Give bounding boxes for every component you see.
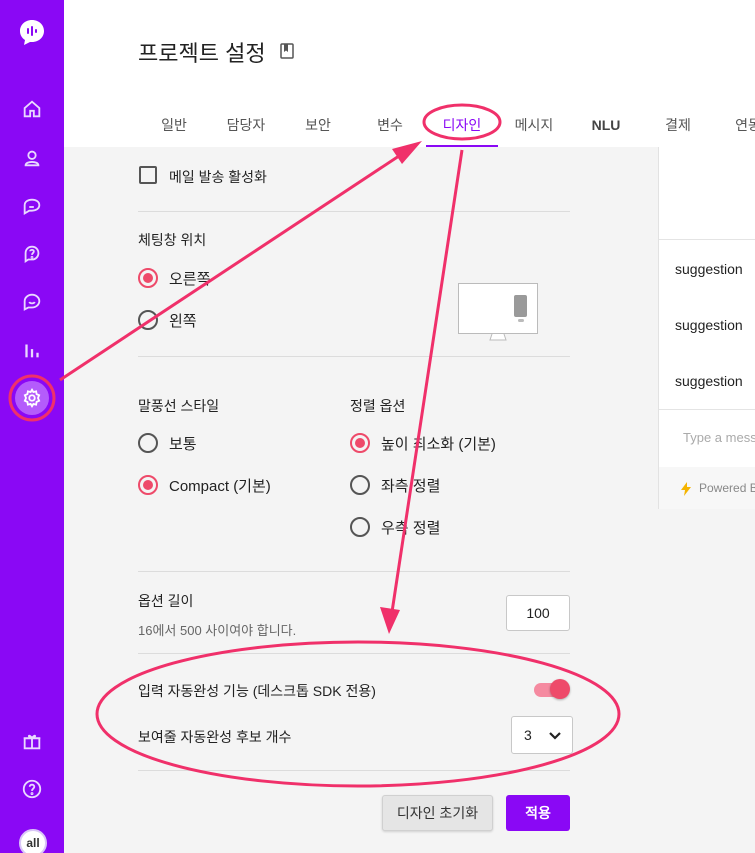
email-checkbox[interactable] <box>139 166 157 184</box>
tab-integrations[interactable]: 연동 <box>728 105 755 145</box>
align-label: 정렬 옵션 <box>350 398 406 414</box>
radio-bubble-compact[interactable] <box>138 475 158 495</box>
settings-panel: 메일 발송 활성화 체팅창 위치 오른쪽 왼쪽 말풍선 스타일 보통 Compa… <box>64 147 755 853</box>
user-icon[interactable] <box>14 140 50 176</box>
radio-bubble-compact-label: Compact (기본) <box>169 478 271 495</box>
radio-position-right-label: 오른쪽 <box>169 271 211 288</box>
radio-bubble-normal-label: 보통 <box>169 436 197 453</box>
preview-divider <box>659 409 755 410</box>
powered-by-text: Powered B <box>699 481 755 495</box>
suggestion-item[interactable]: suggestion <box>675 261 743 277</box>
monitor-icon <box>458 283 538 341</box>
divider <box>138 653 570 654</box>
sidebar: all <box>0 0 64 853</box>
radio-align-left[interactable] <box>350 475 370 495</box>
autocomplete-count-label: 보여줄 자동완성 후보 개수 <box>138 729 292 745</box>
autocomplete-label: 입력 자동완성 기능 (데스크톱 SDK 전용) <box>138 683 376 699</box>
chat-preview: suggestion suggestion suggestion Type a … <box>658 147 755 509</box>
page-title: 프로젝트 설정 <box>138 41 266 66</box>
divider <box>138 356 570 357</box>
tab-security[interactable]: 보안 <box>298 105 338 145</box>
radio-align-right-label: 우측 정렬 <box>381 520 441 537</box>
autocomplete-toggle[interactable] <box>534 679 570 699</box>
option-length-input[interactable]: 100 <box>506 595 570 631</box>
radio-align-left-label: 좌측 정렬 <box>381 478 441 495</box>
tab-design[interactable]: 디자인 <box>426 105 498 147</box>
header: 프로젝트 설정 일반 담당자 보안 변수 디자인 메시지 NLU 결제 연동 <box>64 0 755 147</box>
reset-design-button[interactable]: 디자인 초기화 <box>382 795 493 831</box>
toggle-knob <box>550 679 570 699</box>
email-checkbox-label: 메일 발송 활성화 <box>169 169 267 185</box>
question-icon[interactable] <box>14 771 50 807</box>
tab-messages[interactable]: 메시지 <box>512 105 556 145</box>
radio-align-right[interactable] <box>350 517 370 537</box>
autocomplete-count-select[interactable]: 3 <box>511 716 573 754</box>
select-value: 3 <box>524 727 532 743</box>
radio-position-right[interactable] <box>138 268 158 288</box>
bolt-icon <box>681 482 691 496</box>
help-icon[interactable] <box>14 236 50 272</box>
preview-message-input[interactable]: Type a mess <box>683 430 755 445</box>
option-length-hint: 16에서 500 사이여야 합니다. <box>138 623 297 638</box>
document-icon[interactable] <box>280 43 294 59</box>
option-length-label: 옵션 길이 <box>138 593 194 609</box>
chat-icon[interactable] <box>14 189 50 225</box>
chat-smile-icon[interactable] <box>14 284 50 320</box>
tab-billing[interactable]: 결제 <box>658 105 698 145</box>
gear-icon[interactable] <box>14 380 50 416</box>
radio-align-min-height-label: 높이 최소화 (기본) <box>381 436 496 453</box>
tab-general[interactable]: 일반 <box>154 105 194 145</box>
tab-bar: 일반 담당자 보안 변수 디자인 메시지 NLU 결제 연동 <box>64 105 755 147</box>
avatar[interactable]: all <box>19 829 47 853</box>
chevron-down-icon <box>549 732 561 740</box>
bubble-style-label: 말풍선 스타일 <box>138 398 220 414</box>
divider <box>138 770 570 771</box>
radio-bubble-normal[interactable] <box>138 433 158 453</box>
radio-align-min-height[interactable] <box>350 433 370 453</box>
home-icon[interactable] <box>14 91 50 127</box>
tab-nlu[interactable]: NLU <box>586 105 626 145</box>
chat-position-label: 체팅창 위치 <box>138 232 207 248</box>
logo-icon[interactable] <box>17 17 47 47</box>
preview-divider <box>659 239 755 240</box>
tab-variables[interactable]: 변수 <box>370 105 410 145</box>
suggestion-item[interactable]: suggestion <box>675 317 743 333</box>
divider <box>138 211 570 212</box>
tab-agents[interactable]: 담당자 <box>224 105 268 145</box>
suggestion-item[interactable]: suggestion <box>675 373 743 389</box>
radio-position-left[interactable] <box>138 310 158 330</box>
radio-position-left-label: 왼쪽 <box>169 313 197 330</box>
bar-chart-icon[interactable] <box>14 332 50 368</box>
apply-button[interactable]: 적용 <box>506 795 570 831</box>
gift-icon[interactable] <box>14 723 50 759</box>
divider <box>138 571 570 572</box>
